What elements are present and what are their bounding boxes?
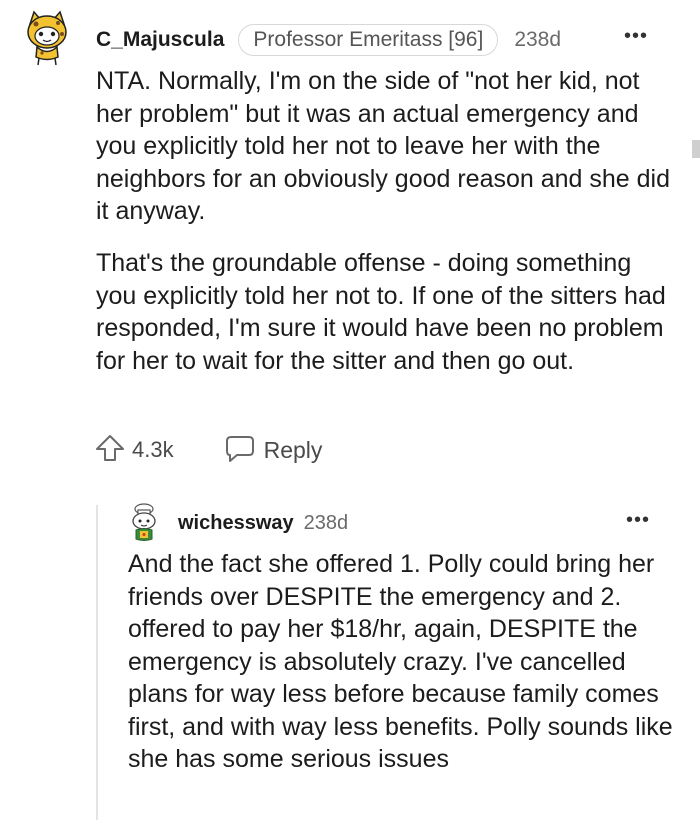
comment-header: C_Majuscula Professor Emeritass [96] 238… xyxy=(96,22,561,58)
user-flair-badge: Professor Emeritass [96] xyxy=(238,24,499,56)
reply-username[interactable]: wichessway xyxy=(178,512,294,535)
snoo-chef-avatar-icon[interactable] xyxy=(128,503,160,543)
comment-action-bar: 4.3k Reply xyxy=(94,432,322,468)
comment-paragraph-2: That's the groundable offense - doing so… xyxy=(96,249,666,375)
thread-line[interactable] xyxy=(96,505,98,820)
upvote-count: 4.3k xyxy=(132,437,174,462)
reply-header: wichessway 238d xyxy=(178,508,348,538)
comment-username[interactable]: C_Majuscula xyxy=(96,28,224,52)
snoo-cat-avatar-icon[interactable] xyxy=(22,10,72,66)
upvote-arrow-icon xyxy=(94,432,126,469)
reply-label: Reply xyxy=(263,436,323,463)
comment-timestamp[interactable]: 238d xyxy=(514,28,561,52)
more-options-icon[interactable]: ••• xyxy=(624,26,648,46)
speech-bubble-icon xyxy=(224,432,256,469)
reply-body-text: And the fact she offered 1. Polly could … xyxy=(128,550,673,773)
upvote-button[interactable]: 4.3k xyxy=(94,432,174,469)
scrollbar-thumb[interactable] xyxy=(692,140,700,158)
reply-timestamp[interactable]: 238d xyxy=(304,512,349,535)
reply-button[interactable]: Reply xyxy=(224,432,323,469)
comment-paragraph-1: NTA. Normally, I'm on the side of "not h… xyxy=(96,67,671,225)
reply-more-options-icon[interactable]: ••• xyxy=(626,510,650,530)
